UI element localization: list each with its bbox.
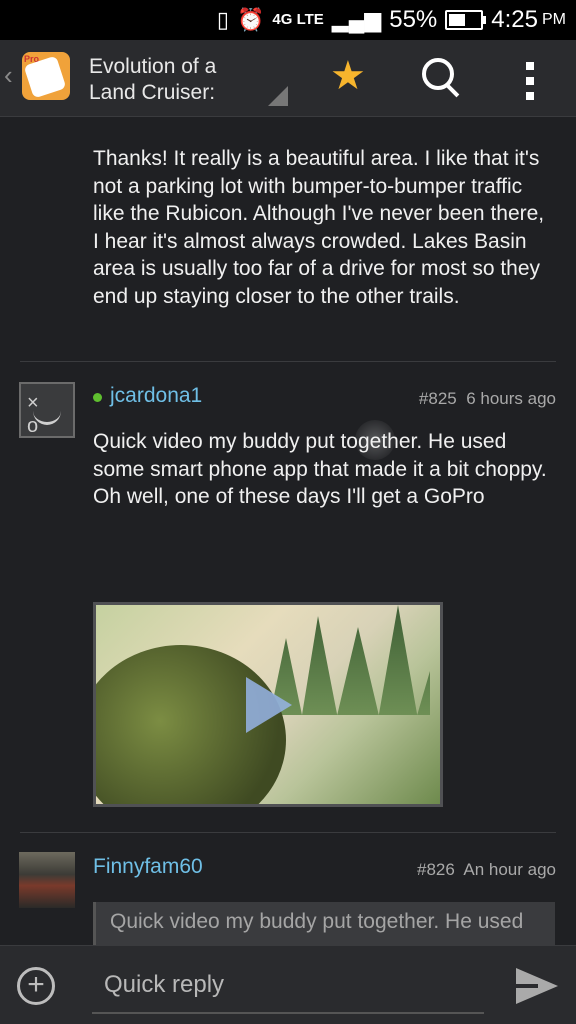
action-bar: ‹ Pro Evolution of a Land Cruiser: ★ xyxy=(0,40,576,117)
status-bar: ▯ ⏰ 4G LTE ▂▄▆ 55% 4:25 PM xyxy=(0,0,576,40)
send-icon[interactable] xyxy=(516,968,558,1004)
post-meta: #826 An hour ago xyxy=(417,860,556,880)
post-divider xyxy=(20,832,556,833)
post-username[interactable]: Finnyfam60 xyxy=(93,855,203,879)
post-body: Thanks! It really is a beautiful area. I… xyxy=(93,147,545,308)
thread-title[interactable]: Evolution of a Land Cruiser: xyxy=(89,54,289,106)
battery-percent: 55% xyxy=(389,6,438,33)
quick-reply-input[interactable] xyxy=(92,958,484,1014)
online-status-dot xyxy=(93,393,102,402)
back-chevron-icon[interactable]: ‹ xyxy=(4,60,13,91)
post-body: Quick video my buddy put together. He us… xyxy=(93,430,547,508)
add-circle-icon[interactable]: + xyxy=(17,967,55,1005)
post-meta: #825 6 hours ago xyxy=(419,389,556,409)
signal-icon: ▂▄▆ xyxy=(331,7,382,32)
post-username[interactable]: jcardona1 xyxy=(110,384,202,408)
avatar[interactable] xyxy=(19,852,75,908)
play-icon[interactable] xyxy=(246,677,292,733)
quick-reply-bar: + xyxy=(0,945,576,1024)
clock-time: 4:25 xyxy=(491,6,538,33)
post-divider xyxy=(20,361,556,362)
post-time: An hour ago xyxy=(463,860,556,879)
search-icon[interactable] xyxy=(422,58,462,98)
clock-ampm: PM xyxy=(542,11,566,28)
app-icon[interactable]: Pro xyxy=(22,52,70,100)
battery-icon xyxy=(445,10,487,30)
overflow-menu-icon[interactable] xyxy=(524,62,536,100)
post-number[interactable]: #826 xyxy=(417,860,455,879)
network-indicator: 4G LTE xyxy=(272,11,324,28)
post-number[interactable]: #825 xyxy=(419,389,457,408)
thread-title-line1: Evolution of a xyxy=(89,55,217,78)
dropdown-caret-icon[interactable] xyxy=(268,86,288,106)
vibrate-icon: ▯ xyxy=(216,7,229,32)
post-time: 6 hours ago xyxy=(466,389,556,408)
video-thumbnail[interactable] xyxy=(93,602,443,807)
avatar[interactable]: × o xyxy=(19,382,75,438)
quote-text: Quick video my buddy put together. He us… xyxy=(110,910,524,933)
alarm-icon: ⏰ xyxy=(236,7,265,32)
star-icon[interactable]: ★ xyxy=(330,56,366,96)
thread-title-line2: Land Cruiser: xyxy=(89,81,216,104)
touch-indicator xyxy=(355,420,395,460)
